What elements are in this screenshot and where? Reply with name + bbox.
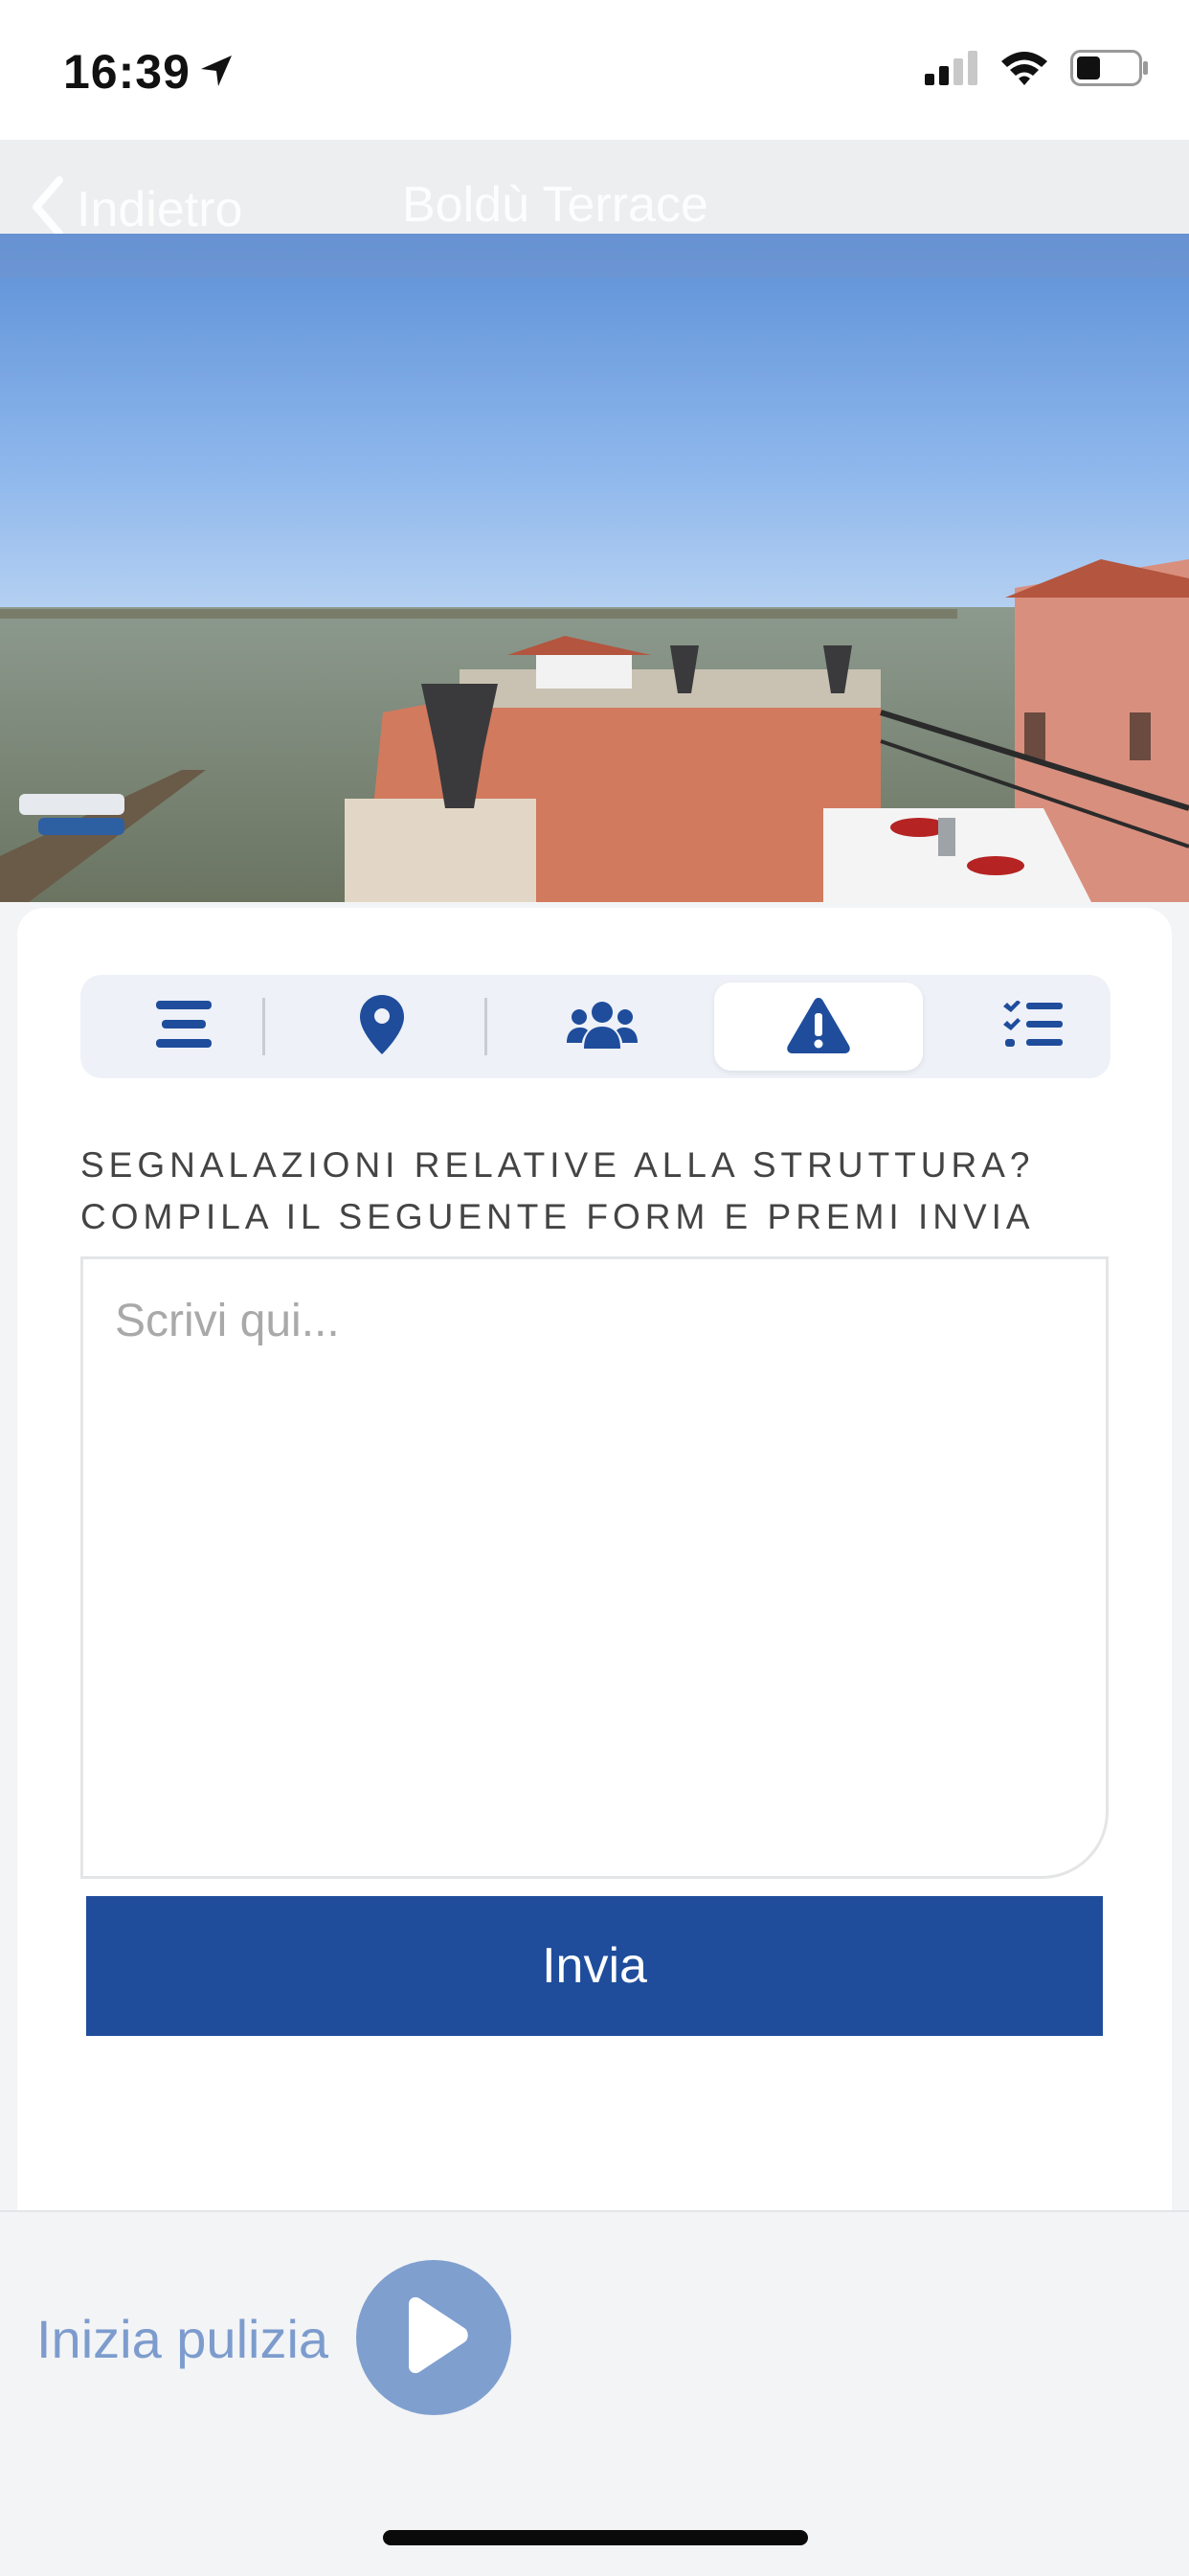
property-photo	[0, 234, 1189, 902]
location-arrow-icon	[197, 52, 236, 95]
start-cleaning-button[interactable]	[356, 2260, 511, 2415]
wifi-icon	[999, 50, 1049, 91]
tab-checklist[interactable]	[971, 975, 1095, 1078]
textarea-placeholder: Scrivi qui...	[115, 1296, 340, 1346]
page-title: Boldù Terrace	[402, 177, 708, 233]
back-label: Indietro	[77, 181, 243, 237]
status-indicators	[925, 50, 1149, 91]
form-title: SEGNALAZIONI RELATIVE ALLA STRUTTURA? CO…	[80, 1140, 1114, 1243]
home-indicator	[383, 2530, 808, 2545]
play-icon	[395, 2296, 472, 2380]
signal-icon	[925, 51, 978, 90]
submit-button[interactable]: Invia	[86, 1896, 1103, 2036]
tab-description[interactable]	[107, 975, 260, 1078]
chevron-left-icon	[29, 176, 67, 242]
tab-divider	[262, 998, 265, 1055]
users-icon	[567, 1001, 638, 1053]
bottom-bar	[0, 2210, 1189, 2576]
map-pin-icon	[360, 994, 404, 1059]
checklist-icon	[1003, 999, 1063, 1053]
tab-guests[interactable]	[530, 975, 674, 1078]
form-title-line: SEGNALAZIONI RELATIVE ALLA STRUTTURA?	[80, 1145, 1035, 1185]
start-cleaning-label[interactable]: Inizia pulizia	[36, 2308, 328, 2370]
back-button[interactable]: Indietro	[29, 176, 242, 242]
battery-icon	[1070, 50, 1149, 91]
tab-location[interactable]	[310, 975, 454, 1078]
section-tabs	[80, 975, 1110, 1078]
status-time: 16:39	[63, 45, 191, 99]
tab-reports[interactable]	[714, 983, 923, 1071]
report-textarea[interactable]	[80, 1256, 1109, 1879]
form-title-line: COMPILA IL SEGUENTE FORM E PREMI INVIA	[80, 1197, 1035, 1236]
tab-divider	[484, 998, 487, 1055]
warning-icon	[786, 996, 851, 1058]
list-align-icon	[156, 1000, 212, 1053]
